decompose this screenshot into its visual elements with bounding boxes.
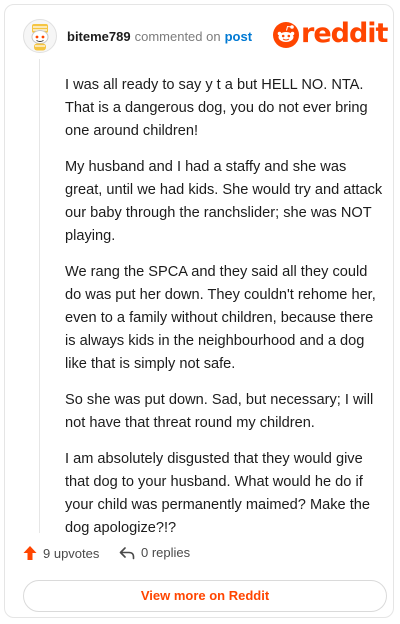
reply-button[interactable]: 0 replies	[119, 545, 190, 560]
comment-meta: biteme789 commented on post	[67, 29, 252, 45]
snoo-avatar-icon[interactable]	[23, 19, 57, 53]
comment-header: biteme789 commented on post reddit	[23, 19, 388, 55]
comment-paragraph: So she was put down. Sad, but necessary;…	[65, 392, 374, 431]
post-link[interactable]: post	[225, 29, 252, 44]
view-more-on-reddit-button[interactable]: View more on Reddit	[23, 580, 387, 612]
upvote-count: 9 upvotes	[43, 545, 100, 561]
reply-count: 0 replies	[141, 545, 191, 560]
reply-arrow-icon	[119, 546, 135, 559]
comment-body: I was all ready to say y t a but HELL NO…	[65, 74, 385, 553]
comment-paragraph: My husband and I had a staffy and she wa…	[65, 159, 383, 244]
thread-line[interactable]	[39, 59, 40, 533]
reddit-logo[interactable]: reddit	[273, 19, 388, 49]
username-link[interactable]: biteme789	[67, 29, 131, 44]
action-text: commented on	[134, 29, 221, 44]
reddit-snoo-icon	[273, 22, 299, 48]
comment-card: biteme789 commented on post reddit I was a…	[4, 4, 394, 618]
upvote-button[interactable]: 9 upvotes	[23, 545, 99, 561]
comment-paragraph: We rang the SPCA and they said all they …	[65, 264, 376, 372]
upvote-arrow-icon	[23, 546, 37, 560]
comment-paragraph: I am absolutely disgusted that they woul…	[65, 451, 370, 536]
comment-paragraph: I was all ready to say y t a but HELL NO…	[65, 77, 368, 139]
reddit-wordmark: reddit	[301, 18, 388, 49]
